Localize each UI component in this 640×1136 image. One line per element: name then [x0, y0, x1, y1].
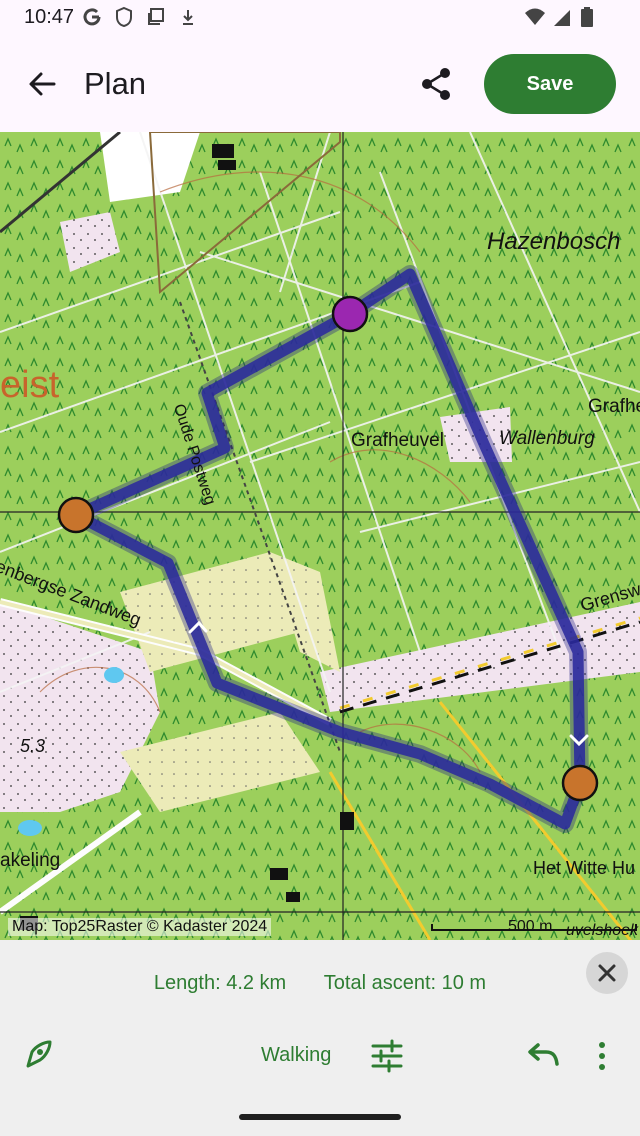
map-label-hazenbosch: Hazenbosch [487, 228, 621, 255]
signal-icon [552, 6, 572, 28]
back-button[interactable] [22, 64, 62, 104]
routing-button[interactable] [20, 1034, 60, 1074]
undo-button[interactable] [522, 1038, 562, 1074]
map-label-grafhe: Grafhe [588, 396, 640, 417]
map-label-grafheuvel: Grafheuvel [351, 430, 444, 451]
travel-mode-selector[interactable]: Walking [261, 1044, 331, 1067]
water [18, 820, 42, 836]
shield-icon [114, 6, 134, 28]
google-icon [82, 6, 102, 28]
status-time: 10:47 [24, 6, 75, 28]
share-button[interactable] [414, 64, 458, 104]
wifi-icon [524, 6, 545, 28]
map-label-wallenburg: Wallenburg [499, 428, 595, 449]
map-attribution: Map: Top25Raster © Kadaster 2024 [8, 918, 272, 936]
route-stats: Length: 4.2 km Total ascent: 10 m [0, 972, 640, 995]
water [104, 667, 124, 683]
route-info-panel: Length: 4.2 km Total ascent: 10 m Walkin… [0, 940, 640, 1136]
map-label-akeling: akeling [0, 850, 61, 871]
status-icons-right [524, 6, 600, 28]
download-icon [178, 6, 198, 28]
share-icon [422, 68, 450, 100]
waypoint-marker[interactable] [57, 496, 95, 534]
status-icons-left [82, 6, 198, 28]
undo-icon [528, 1043, 559, 1066]
more-options-button[interactable] [590, 1038, 614, 1074]
map-label-het-witte-huis: Het Witte Hu [533, 858, 636, 878]
arrow-back-icon [29, 72, 56, 96]
navigation-icon [26, 1040, 52, 1068]
route-settings-button[interactable] [368, 1038, 406, 1074]
save-button[interactable]: Save [484, 54, 616, 114]
waypoint-marker[interactable] [561, 764, 599, 802]
route-ascent: Total ascent: 10 m [323, 972, 487, 994]
waypoint-marker-selected[interactable] [331, 295, 369, 333]
status-bar: 10:47 [0, 0, 640, 36]
map-label-zeist: eist [0, 364, 60, 406]
home-indicator[interactable] [239, 1114, 401, 1120]
route-length: Length: 4.2 km [153, 972, 287, 994]
battery-icon [580, 6, 600, 28]
scale-label: 500 m [508, 918, 553, 935]
more-vert-icon [599, 1042, 605, 1070]
map-label-uvelshoek: uvelshoek [566, 922, 639, 939]
screenshot-icon [146, 6, 166, 28]
page-title: Plan [84, 66, 147, 101]
map-label-elevation: 5.3 [20, 736, 46, 756]
tune-icon [371, 1039, 403, 1073]
app-bar: Plan Save [0, 36, 640, 132]
map-view[interactable]: Hazenbosch eist Grafhe Grafheuvel Wallen… [0, 132, 640, 940]
